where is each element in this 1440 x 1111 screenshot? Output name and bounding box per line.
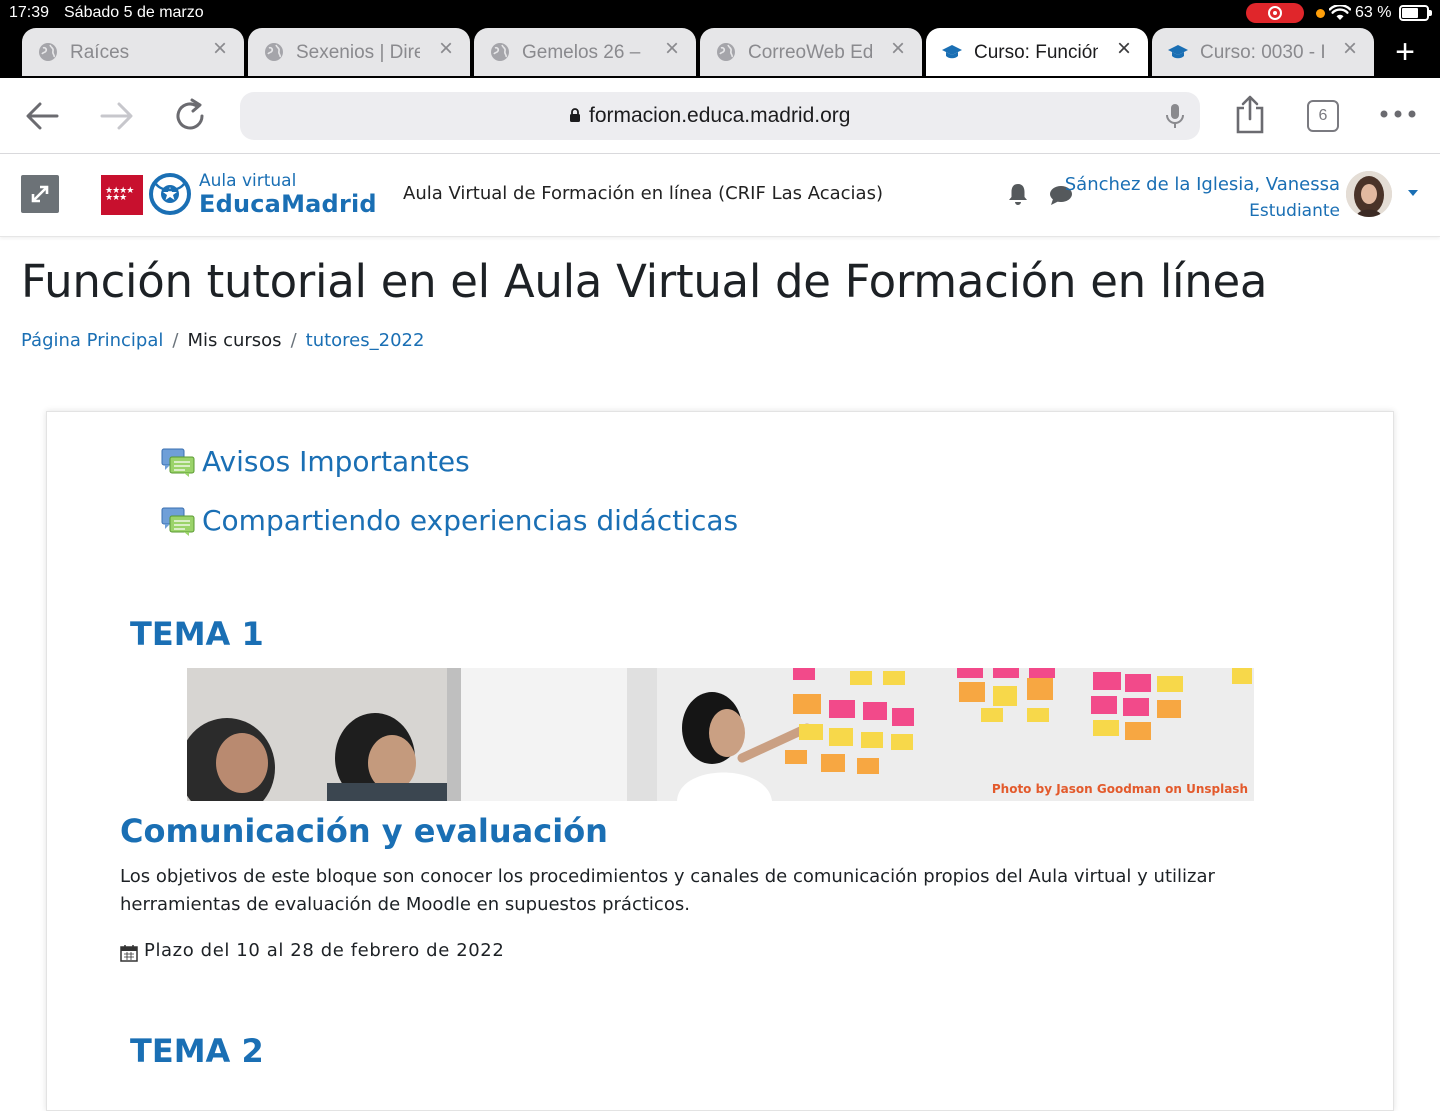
forward-arrow-icon[interactable] (96, 96, 136, 136)
privacy-indicator-icon (1316, 9, 1325, 18)
course-content: Avisos Importantes Compartiendo experien… (46, 411, 1394, 1111)
user-menu-caret-icon[interactable] (1408, 190, 1418, 196)
tab-label: Sexenios | Direc (296, 42, 420, 63)
microphone-icon[interactable] (1165, 103, 1185, 129)
back-arrow-icon[interactable] (23, 96, 63, 136)
browser-toolbar: formacion.educa.madrid.org 6 (0, 78, 1440, 154)
expand-arrows-icon (31, 185, 49, 203)
globe-icon (491, 43, 509, 61)
share-icon[interactable] (1234, 94, 1266, 134)
url-text: formacion.educa.madrid.org (589, 104, 851, 127)
forum-icon (161, 448, 195, 477)
tab-label: CorreoWeb Edu (748, 42, 872, 63)
globe-icon (265, 43, 283, 61)
battery-icon (1399, 5, 1432, 21)
breadcrumb-course-link[interactable]: tutores_2022 (306, 330, 425, 351)
wifi-icon (1329, 5, 1351, 20)
user-avatar[interactable] (1346, 171, 1392, 217)
tab-label: Raíces (70, 42, 130, 63)
section-title-tema-1[interactable]: TEMA 1 (130, 615, 264, 653)
lock-icon (570, 108, 580, 122)
tab-bar: Raíces × Sexenios | Direc × Gemelos 26 –… (0, 26, 1440, 78)
calendar-icon (120, 945, 138, 962)
breadcrumb-separator: / (290, 330, 297, 351)
section-title-tema-2[interactable]: TEMA 2 (130, 1032, 264, 1070)
graduation-cap-icon (1168, 45, 1188, 59)
more-options-icon[interactable] (1378, 104, 1418, 124)
page-title: Función tutorial en el Aula Virtual de F… (21, 255, 1268, 308)
deadline-text: Plazo del 10 al 28 de febrero de 2022 (144, 940, 505, 961)
activity-description: Los objetivos de este bloque son conocer… (120, 866, 1215, 915)
section-banner-image: Photo by Jason Goodman on Unsplash (187, 668, 1254, 801)
notifications-bell-icon[interactable] (1007, 182, 1029, 206)
breadcrumb-home-link[interactable]: Página Principal (21, 330, 163, 351)
site-header: ★★★★ ★★★ Aula virtual EducaMadrid Aula Vi… (0, 155, 1440, 237)
tab-close-icon[interactable]: × (210, 37, 230, 61)
globe-icon (717, 43, 735, 61)
forum-title[interactable]: Avisos Importantes (202, 445, 470, 478)
activity-title[interactable]: Comunicación y evaluación (120, 812, 608, 850)
tab-close-icon[interactable]: × (888, 37, 908, 61)
graduation-cap-icon (942, 45, 962, 59)
browser-tab[interactable]: Curso: 0030 - I × (1152, 28, 1374, 76)
user-portrait-icon (1346, 171, 1392, 217)
user-menu-name[interactable]: Sánchez de la Iglesia, Vanessa (1065, 174, 1340, 195)
status-date: Sábado 5 de marzo (64, 4, 204, 21)
user-role: Estudiante (1249, 201, 1340, 221)
browser-tab[interactable]: Gemelos 26 – 1 × (474, 28, 696, 76)
tab-label: Gemelos 26 – 1 (522, 42, 646, 63)
tab-label: Curso: 0030 - I (1200, 42, 1324, 63)
forum-icon (161, 507, 195, 536)
browser-tab[interactable]: CorreoWeb Edu × (700, 28, 922, 76)
globe-icon (39, 43, 57, 61)
address-bar[interactable]: formacion.educa.madrid.org (240, 92, 1200, 140)
status-bar: 17:39 Sábado 5 de marzo 63 % (0, 0, 1440, 26)
browser-tab[interactable]: Raíces × (22, 28, 244, 76)
status-time: 17:39 (9, 4, 50, 21)
logo-title[interactable]: EducaMadrid (199, 190, 377, 218)
battery-percent: 63 % (1355, 4, 1392, 21)
tab-close-icon[interactable]: × (436, 37, 456, 61)
site-name[interactable]: Aula Virtual de Formación en línea (CRIF… (403, 183, 883, 204)
educamadrid-logo-icon[interactable] (148, 172, 192, 216)
comunidad-madrid-flag-icon[interactable]: ★★★★ ★★★ (101, 175, 143, 215)
browser-tab[interactable]: Sexenios | Direc × (248, 28, 470, 76)
tab-overview-button[interactable]: 6 (1307, 100, 1339, 132)
browser-tab-active[interactable]: Curso: Función × (926, 28, 1148, 76)
breadcrumb-my-courses: Mis cursos (187, 330, 282, 351)
breadcrumb-separator: / (172, 330, 179, 351)
tab-close-icon[interactable]: × (662, 37, 682, 61)
fullscreen-toggle-button[interactable] (21, 175, 59, 213)
tab-label: Curso: Función (974, 42, 1098, 63)
photo-credit: Photo by Jason Goodman on Unsplash (991, 782, 1248, 796)
breadcrumb: Página Principal / Mis cursos / tutores_2022 (21, 330, 424, 351)
tab-close-icon[interactable]: × (1340, 37, 1360, 61)
logo-subtitle[interactable]: Aula virtual (199, 171, 296, 191)
forum-title[interactable]: Compartiendo experiencias didácticas (202, 504, 738, 537)
screen-recording-icon[interactable] (1246, 3, 1304, 23)
tab-close-icon[interactable]: × (1114, 37, 1134, 61)
new-tab-button[interactable]: + (1388, 35, 1422, 70)
reload-icon[interactable] (170, 96, 210, 136)
